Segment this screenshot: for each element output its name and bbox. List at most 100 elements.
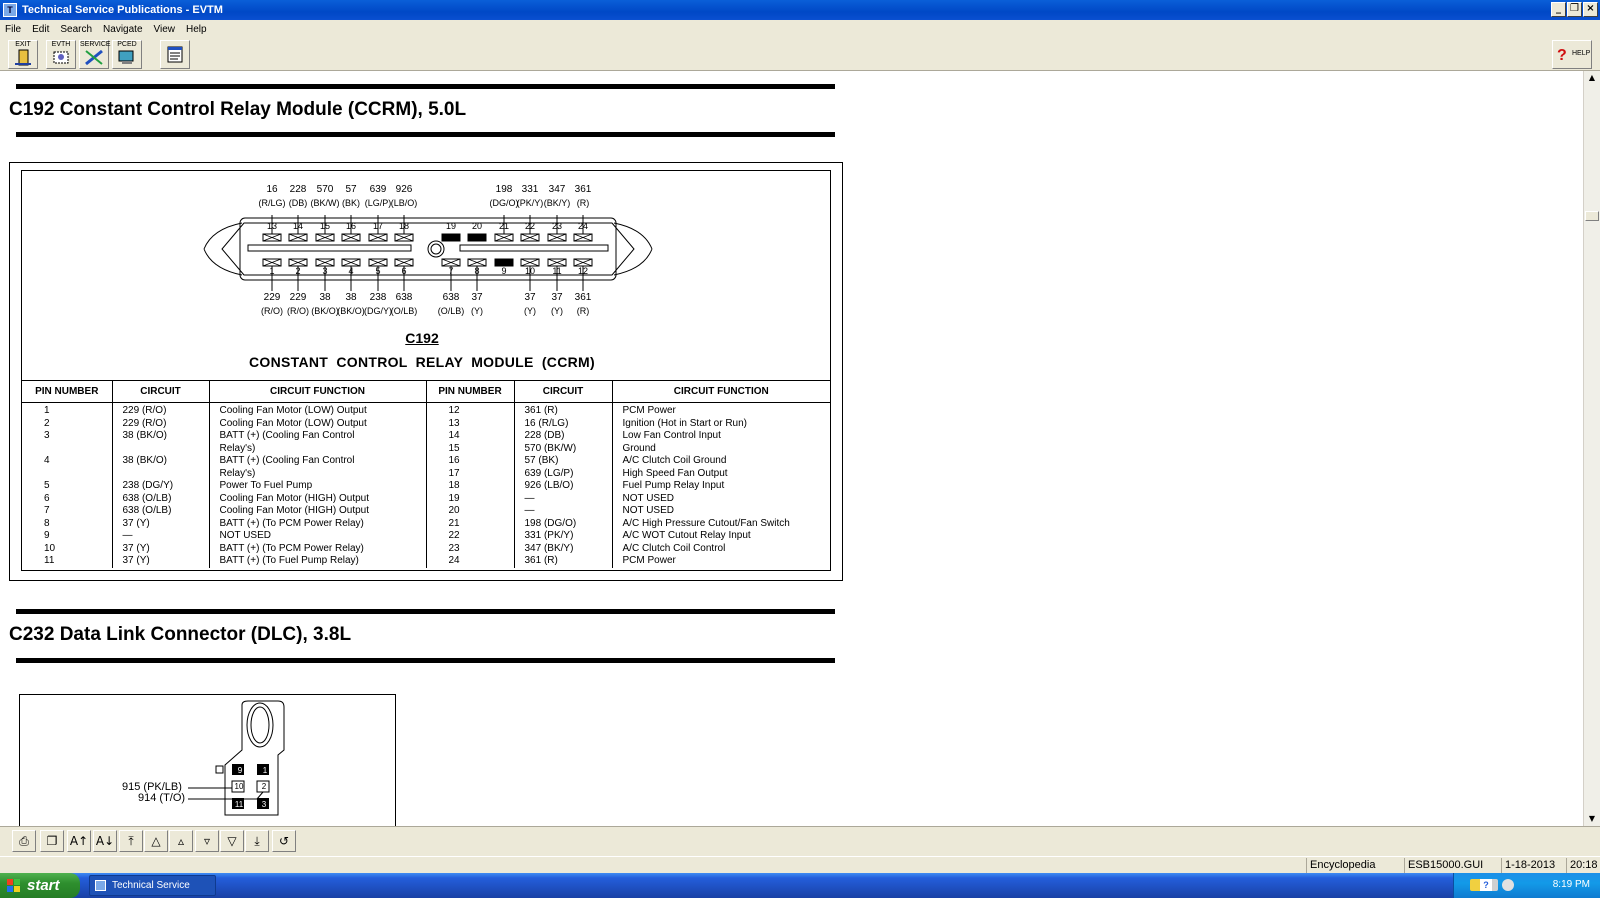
scroll-up-icon[interactable]: ▲ <box>1584 71 1600 85</box>
font-smaller-icon[interactable]: A↓ <box>93 830 117 852</box>
pin-number-cell: 7 <box>22 505 113 518</box>
circuit-function-cell: NOT USED <box>209 530 427 543</box>
first-page-icon[interactable]: ⤒ <box>119 830 143 852</box>
pin-number-cell <box>22 467 113 480</box>
last-page-icon[interactable]: ⤓ <box>245 830 269 852</box>
menu-search[interactable]: Search <box>55 24 98 35</box>
pin-table: PIN NUMBER CIRCUIT CIRCUIT FUNCTION PIN … <box>22 380 830 568</box>
pin-number-cell: 19 <box>426 492 515 505</box>
table-row: 4 38 (BK/O) BATT (+) (Cooling Fan Control 1… <box>22 455 830 468</box>
cavity-number: 12 <box>577 266 588 276</box>
table-row: Relay's) 17 639 (LG/P) High Speed Fan Outpu… <box>22 467 830 480</box>
speaker-icon[interactable] <box>1502 879 1514 891</box>
close-button[interactable]: × <box>1583 2 1598 17</box>
connector-cavity <box>494 258 514 267</box>
section-rule <box>16 132 835 137</box>
scroll-down-icon[interactable]: ▼ <box>1584 812 1600 826</box>
start-button[interactable]: start <box>0 873 80 898</box>
help-tray-icon[interactable]: ? <box>1480 879 1492 891</box>
taskbar-app-button[interactable]: Technical Service Pub... <box>89 875 216 910</box>
table-row: 9— NOT USED 22 331 (PK/Y) A/C WOT Cutout Rel… <box>22 530 830 543</box>
pin-number-cell: 23 <box>426 542 515 555</box>
circuit-function-cell: Ground <box>622 442 656 454</box>
help-button[interactable]: ? HELP <box>1552 40 1592 69</box>
connector-diagram <box>203 215 653 291</box>
pin-number-cell: 22 <box>426 530 515 543</box>
section-rule <box>16 609 835 614</box>
back-icon[interactable]: ↺ <box>272 830 296 852</box>
status-mode: Encyclopedia <box>1306 858 1402 873</box>
table-row: 10 37 (Y) BATT (+) (To PCM Power Relay) 23 3… <box>22 542 830 555</box>
minimize-button[interactable]: _ <box>1551 2 1566 17</box>
wire-color-code: (R) <box>576 198 590 208</box>
circuit-cell <box>112 442 210 455</box>
circuit-function-cell: BATT (+) (To Fuel Pump Relay) <box>209 555 427 568</box>
menu-edit[interactable]: Edit <box>27 24 55 35</box>
restore-button[interactable]: ❐ <box>1567 2 1582 17</box>
pced-button[interactable]: PCED <box>112 40 142 69</box>
circuit-cell: 347 (BK/Y) <box>514 542 613 555</box>
navigation-bar: ⎙ ❐ A↑ A↓ ⤒ △ ▵ ▿ ▽ ⤓ ↺ <box>0 826 1600 856</box>
cavity-number: 3 <box>322 266 328 276</box>
toolbar: EXIT EVTH SERVICE PCED ? HELP <box>0 38 1600 71</box>
pced-label: PCED <box>117 41 137 48</box>
wire-circuit-number: 361 <box>574 184 592 195</box>
next-page-icon[interactable]: ▿ <box>195 830 219 852</box>
menu-view[interactable]: View <box>149 24 182 35</box>
circuit-function-cell: Cooling Fan Motor (LOW) Output <box>209 417 427 430</box>
window-controls: _ ❐ × <box>1551 2 1598 17</box>
pin-number-cell: 6 <box>22 492 113 505</box>
circuit-cell: 38 (BK/O) <box>112 430 210 443</box>
cavity-number: 4 <box>348 266 354 276</box>
menu-navigate[interactable]: Navigate <box>98 24 148 35</box>
document-view[interactable]: C192 Constant Control Relay Module (CCRM… <box>0 71 1583 826</box>
connector-cavity <box>467 233 487 242</box>
previous-page-icon[interactable]: ▵ <box>169 830 193 852</box>
cavity-number: 21 <box>498 221 509 231</box>
cavity-number: 6 <box>401 266 407 276</box>
font-larger-icon[interactable]: A↑ <box>67 830 91 852</box>
copy-icon[interactable]: ❐ <box>40 830 64 852</box>
connector-figure: 13 14 15 16 17 18 19 20 21 22 23 24 1 2 3 4 5 6 7 8 9 10 11 12… <box>9 162 843 581</box>
cavity-number: 8 <box>474 266 480 276</box>
dlc-cavity: 9 <box>237 766 243 775</box>
pin-number-cell: 10 <box>22 542 113 555</box>
next-section-icon[interactable]: ▽ <box>220 830 244 852</box>
previous-section-icon[interactable]: △ <box>144 830 168 852</box>
print-icon[interactable]: ⎙ <box>12 830 36 852</box>
cavity-number: 19 <box>445 221 456 231</box>
table-row: 5 238 (DG/Y) Power To Fuel Pump 18 926 (LB/O… <box>22 480 830 493</box>
cavity-number: 23 <box>551 221 562 231</box>
status-file: ESB15000.GUI <box>1404 858 1496 873</box>
connector-name: CONSTANT CONTROL RELAY MODULE (CCRM) <box>249 354 595 370</box>
menu-bar: File Edit Search Navigate View Help <box>0 20 1600 38</box>
circuit-cell: 57 (BK) <box>514 455 613 468</box>
pin-number-cell: 24 <box>426 555 515 568</box>
scroll-thumb[interactable] <box>1585 211 1599 221</box>
menu-file[interactable]: File <box>0 24 27 35</box>
cavity-number: 7 <box>448 266 454 276</box>
status-bar: Encyclopedia ESB15000.GUI 1-18-2013 20:1… <box>0 856 1600 873</box>
exit-button[interactable]: EXIT <box>8 40 38 69</box>
status-date: 1-18-2013 <box>1501 858 1564 873</box>
notes-button[interactable] <box>160 40 190 69</box>
service-button[interactable]: SERVICE <box>79 40 111 69</box>
circuit-cell: 38 (BK/O) <box>112 455 210 468</box>
circuit-function-cell: A/C High Pressure Cutout/Fan Switch <box>622 517 790 529</box>
circuit-function-cell: A/C Clutch Coil Control <box>622 542 726 554</box>
door-icon <box>15 49 31 66</box>
cavity-number: 11 <box>552 266 562 276</box>
computer-icon <box>118 50 134 64</box>
cavity-number: 2 <box>295 266 301 276</box>
exit-label: EXIT <box>15 41 31 48</box>
cavity-number: 16 <box>345 221 356 231</box>
dlc-cavity: 3 <box>261 800 267 809</box>
vertical-scrollbar[interactable]: ▲ ▼ <box>1583 71 1600 826</box>
wire-color-code: (LB/O) <box>390 198 418 208</box>
section-rule <box>16 84 835 89</box>
menu-help[interactable]: Help <box>181 24 213 35</box>
pin-number-cell: 14 <box>426 430 515 443</box>
evth-button[interactable]: EVTH <box>46 40 76 69</box>
col-pin-number-2: PIN NUMBER <box>426 380 515 403</box>
pin-number-cell: 2 <box>22 417 113 430</box>
